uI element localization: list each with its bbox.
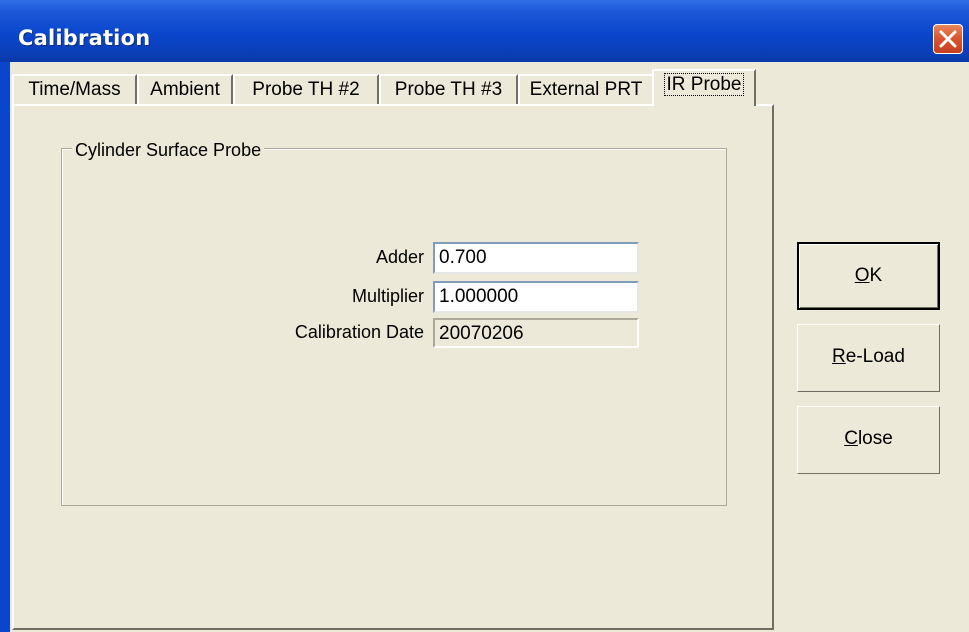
window-border-left (0, 62, 10, 632)
tab-probe-th-2[interactable]: Probe TH #2 (233, 74, 379, 104)
tab-time-mass[interactable]: Time/Mass (12, 74, 137, 104)
window-close-button[interactable] (933, 24, 963, 54)
adder-input[interactable]: 0.700 (433, 242, 639, 274)
window-title: Calibration (18, 26, 151, 50)
reload-button[interactable]: Re-Load (797, 324, 940, 392)
calibration-date-label: Calibration Date (294, 322, 424, 342)
multiplier-input[interactable]: 1.000000 (433, 281, 639, 313)
tab-ambient[interactable]: Ambient (137, 74, 233, 104)
close-x-icon (939, 30, 957, 48)
group-title: Cylinder Surface Probe (72, 140, 265, 161)
multiplier-label: Multiplier (351, 286, 424, 306)
tab-external-prt[interactable]: External PRT (518, 74, 654, 104)
ok-button[interactable]: OK (797, 242, 940, 310)
close-button[interactable]: Close (797, 406, 940, 474)
tab-ir-probe[interactable]: IR Probe (652, 69, 756, 106)
calibration-date-field: 20070206 (433, 318, 639, 348)
calibration-dialog: Calibration Time/Mass Ambient Probe TH #… (0, 0, 969, 632)
tab-probe-th-3[interactable]: Probe TH #3 (379, 74, 518, 104)
adder-label: Adder (375, 247, 424, 267)
title-bar[interactable]: Calibration (0, 0, 969, 62)
